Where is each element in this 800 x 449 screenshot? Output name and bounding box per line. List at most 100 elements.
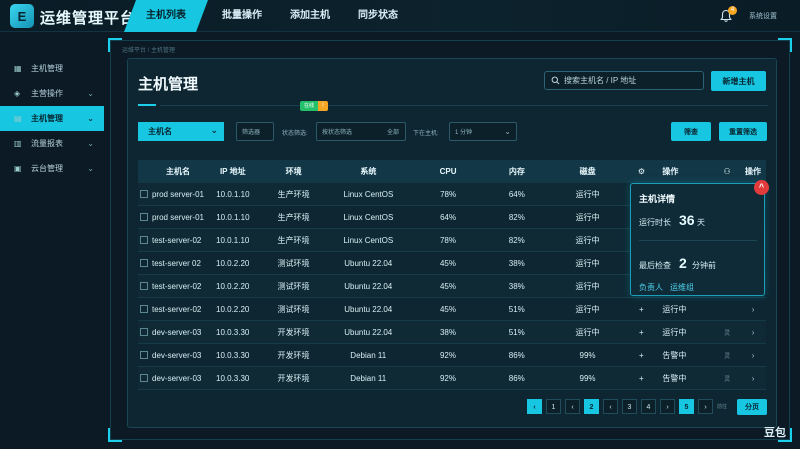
status-filter-label: 状态筛选: [282, 131, 308, 137]
page-button[interactable]: 2 [584, 399, 599, 414]
row-checkbox[interactable] [140, 282, 148, 290]
sidebar-item-host-mgmt-active[interactable]: ▤ 主机管理 ⌄ [0, 106, 104, 131]
row-checkbox[interactable] [140, 213, 148, 221]
col-env[interactable]: 环境 [262, 166, 326, 177]
tab-host-list[interactable]: 主机列表 [124, 0, 208, 32]
page-button[interactable]: ‹ [565, 399, 580, 414]
col-hostname[interactable]: 主机名 [138, 166, 204, 177]
cell-mem: 86% [508, 373, 525, 383]
settings-icon[interactable]: ⚙ [626, 167, 656, 176]
cell-disk: 99% [579, 350, 596, 360]
close-icon[interactable]: ^ [754, 180, 769, 195]
title-accent [138, 104, 156, 106]
tab-sync-status[interactable]: 同步状态 [344, 0, 412, 32]
cell-more[interactable]: › [740, 305, 766, 314]
row-checkbox[interactable] [140, 328, 148, 336]
sidebar-item-cloud[interactable]: ▣ 云台管理 ⌄ [0, 156, 104, 181]
host-filter-select[interactable]: 主机名 ⌄ [138, 122, 224, 141]
filter-dropdown[interactable]: 筛选器 [236, 122, 274, 141]
sidebar-item-label: 主营操作 [31, 89, 63, 98]
cell-disk: 运行中 [575, 327, 600, 337]
row-checkbox[interactable] [140, 374, 148, 382]
uptime-unit: 天 [697, 218, 705, 227]
users-icon[interactable]: ⚇ [714, 167, 740, 176]
chevron-down-icon: ⌄ [87, 89, 94, 98]
cell-ip: 10.0.3.30 [216, 373, 250, 383]
query-button[interactable]: 筛查 [671, 122, 711, 141]
hostname-text: prod server-01 [151, 212, 204, 222]
popover-title: 主机详情 [639, 194, 676, 204]
row-checkbox[interactable] [140, 259, 148, 267]
layers-icon: ◈ [14, 89, 21, 98]
row-checkbox[interactable] [140, 351, 148, 359]
cell-ip: 10.0.2.20 [216, 304, 250, 314]
page-button[interactable]: ‹ [603, 399, 618, 414]
table-header: 主机名 IP 地址 环境 系统 CPU 内存 磁盘 ⚙ 操作 ⚇ 操作 [138, 160, 766, 183]
cell-cpu: 92% [439, 373, 456, 383]
cell-ip: 10.0.1.10 [216, 212, 250, 222]
cell-add[interactable]: + [626, 328, 656, 337]
col-disk[interactable]: 磁盘 [549, 166, 627, 177]
col-cpu[interactable]: CPU [411, 167, 485, 176]
cell-os: Linux CentOS [343, 212, 394, 222]
chevron-down-icon: ⌄ [87, 114, 94, 123]
cell-add[interactable]: + [626, 305, 656, 314]
table-row[interactable]: dev-server-03 10.0.3.30 开发环境 Debian 11 92% 86… [138, 344, 766, 367]
col-ip[interactable]: IP 地址 [204, 166, 262, 177]
page-button[interactable]: ‹ [527, 399, 542, 414]
page-button[interactable]: › [660, 399, 675, 414]
cell-os: Debian 11 [350, 350, 387, 360]
cell-extra: 灵 [724, 353, 731, 360]
cell-os: Ubuntu 22.04 [344, 304, 393, 314]
search-icon [551, 76, 560, 85]
tab-add-host[interactable]: 添加主机 [276, 0, 344, 32]
page-button[interactable]: 1 [546, 399, 561, 414]
sidebar-item-host-mgmt[interactable]: ▦ 主机管理 [0, 56, 104, 81]
cell-cpu: 38% [439, 327, 456, 337]
cell-env: 开发环境 [277, 327, 310, 337]
chevron-down-icon: ⌄ [210, 125, 218, 135]
jump-label: 前往 [717, 404, 728, 410]
top-bar: E 运维管理平台 主机列表 批量操作 添加主机 同步状态 4 系统设置 [0, 0, 800, 32]
interval-select[interactable]: 1 分钟 ⌄ [449, 122, 517, 141]
cell-ip: 10.0.2.20 [216, 258, 250, 268]
user-menu[interactable]: 系统设置 [749, 11, 777, 21]
row-checkbox[interactable] [140, 305, 148, 313]
table-row[interactable]: dev-server-03 10.0.3.30 开发环境 Ubuntu 22.04 38… [138, 321, 766, 344]
sidebar-item-traffic[interactable]: ▥ 流量报表 ⌄ [0, 131, 104, 156]
page-button[interactable]: 5 [679, 399, 694, 414]
cell-status: 告警中 [662, 373, 687, 383]
breadcrumb: 运维平台 / 主机管理 [122, 48, 176, 54]
cell-hostname: test-server-02 [138, 236, 204, 245]
cell-more[interactable]: › [740, 328, 766, 337]
hostname-text: dev-server-03 [152, 350, 202, 360]
cell-more[interactable]: › [740, 374, 766, 383]
search-input[interactable] [564, 76, 694, 85]
frame-corner [108, 428, 122, 442]
cell-more[interactable]: › [740, 351, 766, 360]
status-filter-select[interactable]: 按状态筛选 全部 [316, 122, 406, 141]
cell-env: 生产环境 [277, 235, 310, 245]
tab-batch-ops[interactable]: 批量操作 [208, 0, 276, 32]
row-checkbox[interactable] [140, 190, 148, 198]
col-action-2: 操作 [745, 167, 762, 176]
page-button[interactable]: 3 [622, 399, 637, 414]
jump-button[interactable]: 分页 [737, 399, 767, 415]
table-row[interactable]: dev-server-03 10.0.3.30 开发环境 Debian 11 92% 86… [138, 367, 766, 390]
col-os[interactable]: 系统 [325, 166, 411, 177]
cell-add[interactable]: + [626, 351, 656, 360]
cell-os: Linux CentOS [343, 189, 394, 199]
page-button[interactable]: › [698, 399, 713, 414]
cell-cpu: 45% [439, 304, 456, 314]
reset-filter-button[interactable]: 重置筛选 [719, 122, 767, 141]
page-button[interactable]: 4 [641, 399, 656, 414]
cell-cpu: 45% [439, 258, 456, 268]
col-mem[interactable]: 内存 [485, 166, 549, 177]
sidebar-item-ops[interactable]: ◈ 主营操作 ⌄ [0, 81, 104, 106]
new-host-button[interactable]: 新增主机 [711, 71, 766, 91]
cell-add[interactable]: + [626, 374, 656, 383]
row-checkbox[interactable] [140, 236, 148, 244]
owner-value[interactable]: 运维组 [670, 282, 694, 293]
table-row[interactable]: test-server-02 10.0.2.20 测试环境 Ubuntu 22.04 4… [138, 298, 766, 321]
search-box[interactable] [544, 71, 704, 90]
